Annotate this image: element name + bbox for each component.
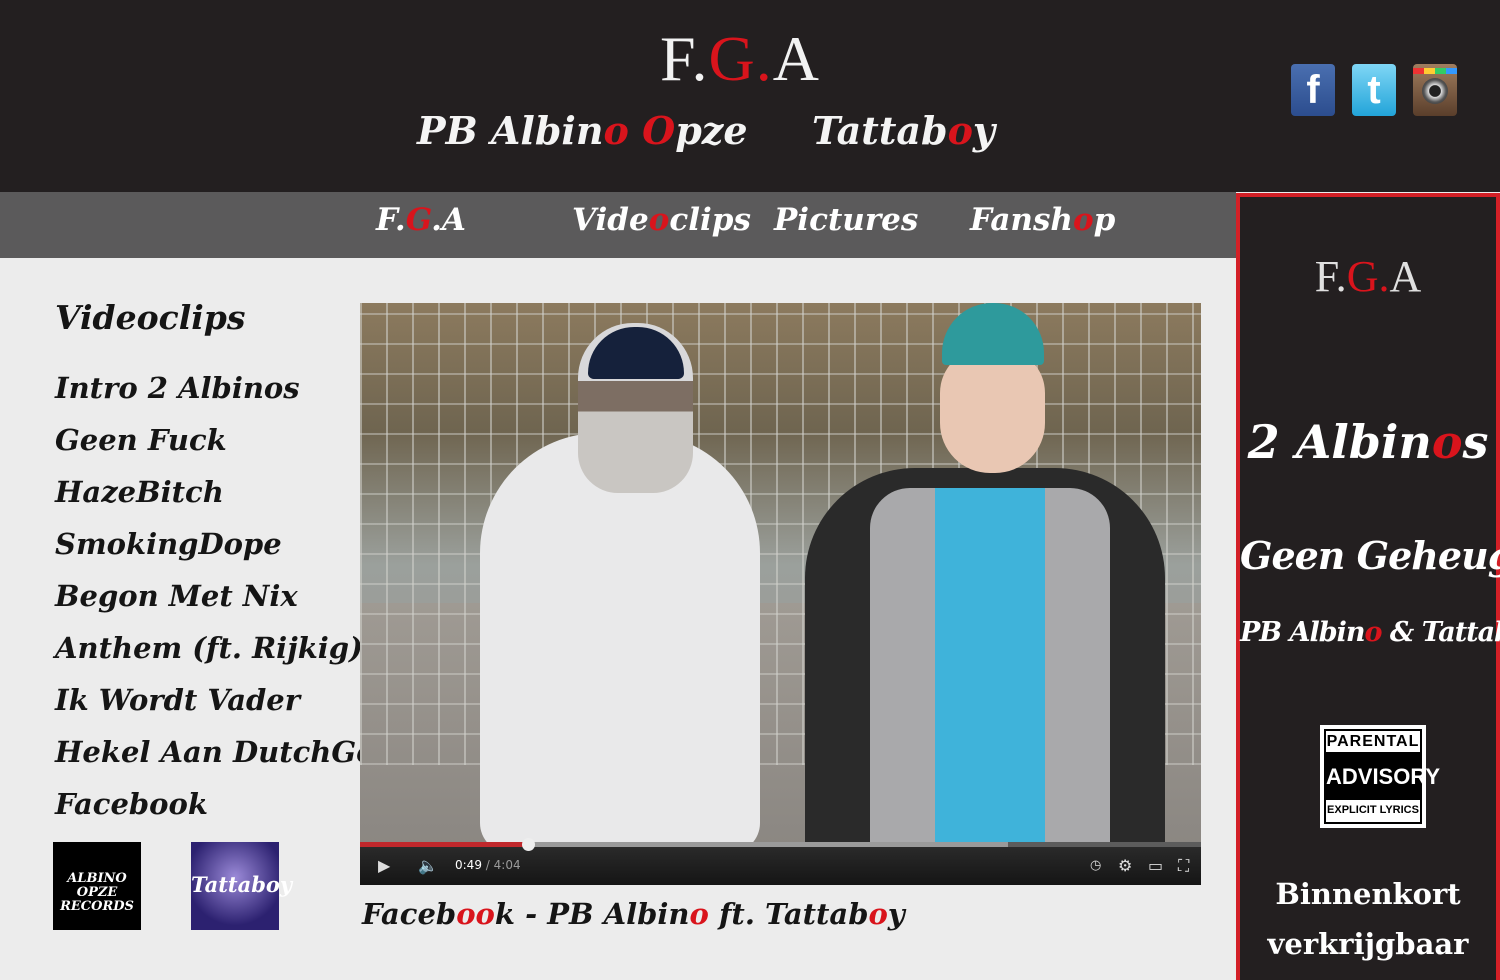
promo-text: 2 Albin: [1247, 415, 1432, 469]
parental-advisory-label: PARENTAL ADVISORY EXPLICIT LYRICS: [1320, 725, 1440, 828]
promo-artists: PB Albino & Tattaboy: [1240, 617, 1500, 648]
video-figure-right-shirt: [935, 488, 1045, 848]
nav-text: Fansh: [970, 202, 1073, 238]
main-nav: F.G.A Videoclips Pictures Fanshop: [0, 192, 1236, 258]
site-logo[interactable]: F.G.A: [0, 22, 1480, 96]
video-duration: / 4:04: [485, 858, 521, 872]
promo-logo: F.G.A: [1240, 251, 1496, 302]
volume-icon[interactable]: 🔈: [418, 856, 438, 875]
artist-text: O: [642, 108, 676, 153]
theater-icon[interactable]: ▭: [1148, 856, 1163, 875]
logo-text: A: [772, 23, 820, 94]
nav-text: .A: [431, 202, 466, 238]
caption-text: y: [887, 897, 905, 931]
promo-text: PB Albin: [1240, 617, 1365, 648]
badge-text: RECORDS: [60, 899, 134, 914]
tattaboy-logo[interactable]: Tattaboy: [191, 842, 292, 930]
nav-text: o: [1072, 202, 1094, 238]
artist-text: o: [603, 108, 629, 153]
promo-album-subtitle: Geen Geheugen: [1240, 533, 1500, 578]
caption-text: oo: [456, 897, 495, 931]
video-time: 0:49 / 4:04: [455, 858, 521, 872]
nav-text: p: [1093, 202, 1116, 238]
advisory-bot: EXPLICIT LYRICS: [1327, 804, 1419, 816]
caption-text: Faceb: [362, 897, 457, 931]
advisory-mid: ADVISORY: [1326, 754, 1440, 800]
settings-icon[interactable]: ⚙: [1118, 856, 1132, 875]
artist-text: o: [947, 108, 973, 153]
nav-text: o: [648, 202, 670, 238]
video-figure-left: [480, 433, 760, 853]
logo-text: G: [1346, 252, 1379, 301]
video-player[interactable]: ▶ 🔈 0:49 / 4:04 ◷ ⚙ ▭ ⛶: [360, 303, 1201, 885]
nav-item-videoclips[interactable]: Videoclips: [572, 202, 751, 238]
promo-panel: F.G.A 2 Albinos Geen Geheugen PB Albino …: [1236, 193, 1500, 980]
video-controls: ▶ 🔈 0:49 / 4:04 ◷ ⚙ ▭ ⛶: [360, 838, 1201, 885]
nav-text: F.: [376, 202, 406, 238]
fullscreen-icon[interactable]: ⛶: [1178, 856, 1189, 876]
instagram-icon[interactable]: [1413, 64, 1457, 116]
video-progress-handle[interactable]: [522, 838, 536, 851]
promo-album-title: 2 Albinos: [1240, 415, 1496, 469]
artist-name-pb-albino: PB Albino Opze: [417, 108, 748, 153]
artist-text: pze: [675, 108, 748, 153]
albino-opze-records-logo[interactable]: ALBINO OPZE RECORDS: [53, 842, 141, 930]
artist-text: Tattab: [812, 108, 948, 153]
promo-text: o: [1431, 415, 1463, 469]
video-progress-bar[interactable]: [360, 838, 1201, 851]
video-progress-played: [360, 842, 529, 847]
videoclips-heading: Videoclips: [55, 298, 246, 337]
video-current-time: 0:49: [455, 858, 482, 872]
badge-text: ALBINO OPZE: [67, 871, 127, 900]
promo-text: & Tattab: [1381, 617, 1500, 648]
logo-text: .: [755, 23, 773, 94]
twitter-icon[interactable]: t: [1352, 64, 1396, 116]
nav-item-pictures[interactable]: Pictures: [774, 202, 918, 238]
promo-text: o: [1364, 617, 1383, 648]
logo-text: A: [1389, 252, 1422, 301]
promo-coming-soon: Binnenkort verkrijgbaar: [1267, 877, 1469, 961]
logo-text: F.: [660, 23, 709, 94]
video-figure-right-head: [940, 348, 1045, 473]
nav-item-fanshop[interactable]: Fanshop: [970, 202, 1115, 238]
play-icon[interactable]: ▶: [378, 856, 390, 875]
clock-icon[interactable]: ◷: [1090, 858, 1101, 873]
nav-text: clips: [669, 202, 751, 238]
site-header: F.G.A PB Albino Opze Tattaboy f t: [0, 0, 1500, 192]
artist-text: y: [972, 108, 996, 153]
promo-text: s: [1462, 415, 1489, 469]
artist-text: PB Albin: [417, 108, 604, 153]
caption-text: k - PB Albin: [494, 897, 690, 931]
nav-item-fga[interactable]: F.G.A: [376, 202, 466, 238]
caption-text: ft. Tattab: [708, 897, 869, 931]
logo-text: .: [1378, 252, 1390, 301]
caption-text: o: [868, 897, 888, 931]
logo-text: F.: [1314, 252, 1347, 301]
logo-text: G: [708, 23, 756, 94]
nav-text: Vide: [572, 202, 649, 238]
nav-text: G: [405, 202, 432, 238]
facebook-icon[interactable]: f: [1291, 64, 1335, 116]
artist-text: [629, 108, 642, 153]
caption-text: o: [689, 897, 709, 931]
advisory-top: PARENTAL: [1326, 731, 1420, 754]
video-caption: Facebook - PB Albino ft. Tattaboy: [362, 897, 905, 931]
artist-name-tattaboy: Tattaboy: [812, 108, 995, 153]
